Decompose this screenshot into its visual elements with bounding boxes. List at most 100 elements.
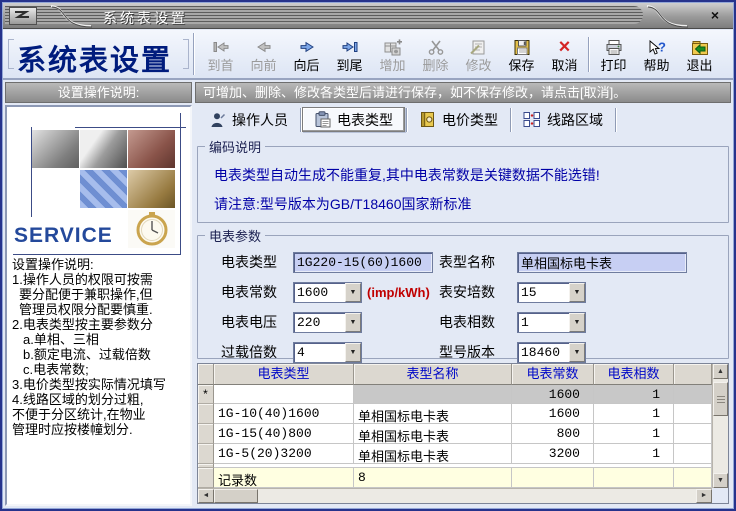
thumb-grip — [716, 395, 725, 403]
toolbar: 到首 向前 向后 到尾 增加 删除 修改 保存 × 取消 打印 ? 帮助 退出 — [199, 31, 731, 78]
toolbar-button-label: 到尾 — [336, 58, 363, 73]
tab-line-area[interactable]: 线路区域 — [512, 107, 614, 132]
go-prev-button[interactable]: 向前 — [242, 31, 285, 78]
chevron-down-icon[interactable]: ▼ — [345, 342, 361, 362]
meter-constant-select[interactable]: 1600 ▼ — [293, 281, 362, 303]
grid-col-header[interactable]: 电表类型 — [214, 364, 354, 385]
line-area-boxes-icon — [523, 112, 540, 127]
instruction-line: b.额定电流、过载倍数 — [23, 347, 151, 362]
toolbar-button-label: 向后 — [293, 58, 320, 73]
overload-select[interactable]: 4 ▼ — [293, 341, 362, 363]
chevron-down-icon[interactable]: ▼ — [345, 312, 361, 332]
save-button[interactable]: 保存 — [500, 31, 543, 78]
grid-col-header[interactable]: 表型名称 — [354, 364, 512, 385]
vertical-scroll-thumb[interactable] — [713, 382, 728, 416]
grid-cell[interactable]: 1 — [594, 444, 674, 464]
meter-clipboard-icon — [315, 111, 331, 128]
grid-cell[interactable]: 1G-15(40)800 — [214, 424, 354, 444]
tab-operators[interactable]: 操作人员 — [198, 107, 299, 132]
titlebar[interactable]: 系统表设置 × — [3, 3, 733, 29]
chevron-down-icon[interactable]: ▼ — [345, 282, 361, 302]
grid-col-header[interactable]: 电表相数 — [594, 364, 674, 385]
tab-label: 线路区域 — [547, 111, 603, 128]
model-version-select[interactable]: 18460 ▼ — [517, 341, 586, 363]
phases-select[interactable]: 1 ▼ — [517, 311, 586, 333]
coding-note-groupbox: 编码说明 电表类型自动生成不能重复,其中电表常数是关键数据不能选错! 请注意:型… — [197, 137, 729, 223]
meter-type-grid: 电表类型 表型名称 电表常数 电表相数 * 1600 1 1G-10(40)16… — [197, 363, 729, 504]
notice-bar: 可增加、删除、修改各类型后请进行保存，如不保存修改，请点击[取消]。 — [195, 82, 731, 103]
model-name-label: 表型名称 — [439, 254, 495, 270]
tab-label: 操作人员 — [232, 111, 288, 128]
go-first-icon — [211, 36, 231, 58]
chevron-down-icon[interactable]: ▼ — [569, 342, 585, 362]
toolbar-button-label: 到首 — [207, 58, 234, 73]
form-row: 电表电压 220 ▼ 电表相数 1 ▼ — [198, 307, 728, 337]
instruction-line: 设置操作说明: — [12, 257, 94, 272]
sidebar-panel: SERVICE 设置操作说明: 1.操作人员的权限可按需 要分配便于兼职操作,但… — [5, 105, 192, 506]
amperage-label: 表安培数 — [439, 284, 495, 300]
groupbox-legend: 编码说明 — [209, 140, 262, 155]
operator-person-icon — [211, 112, 226, 127]
overload-label: 过载倍数 — [221, 344, 277, 360]
horizontal-scrollbar[interactable]: ◄ ► — [198, 488, 712, 503]
grid-cell[interactable] — [214, 385, 354, 404]
grid-col-header[interactable]: 电表常数 — [512, 364, 594, 385]
grid-cell[interactable]: 1 — [594, 404, 674, 424]
modify-button[interactable]: 修改 — [457, 31, 500, 78]
go-last-button[interactable]: 到尾 — [328, 31, 371, 78]
chevron-down-icon[interactable]: ▼ — [569, 282, 585, 302]
delete-button[interactable]: 删除 — [414, 31, 457, 78]
grid-cell[interactable]: 1 — [594, 424, 674, 444]
amperage-select[interactable]: 15 ▼ — [517, 281, 586, 303]
grid-cell[interactable]: 1 — [594, 385, 674, 404]
grid-cell[interactable]: 800 — [512, 424, 594, 444]
grid-cell[interactable]: 单相国标电卡表 — [354, 444, 512, 464]
table-row[interactable]: * 1600 1 — [198, 385, 712, 404]
grid-marker-header — [198, 364, 214, 385]
grid-col-header — [674, 364, 712, 385]
exit-button[interactable]: 退出 — [678, 31, 721, 78]
cancel-button[interactable]: × 取消 — [543, 31, 586, 78]
grid-cell[interactable]: 1600 — [512, 385, 594, 404]
content-area: 可增加、删除、修改各类型后请进行保存，如不保存修改，请点击[取消]。 操作人员 … — [195, 82, 731, 506]
close-button[interactable]: × — [706, 7, 724, 24]
toolbar-button-label: 退出 — [686, 58, 713, 73]
grid-cell[interactable] — [354, 385, 512, 404]
app-logo-icon[interactable] — [9, 7, 37, 25]
scroll-left-icon[interactable]: ◄ — [198, 489, 214, 503]
grid-body: 电表类型 表型名称 电表常数 电表相数 * 1600 1 1G-10(40)16… — [198, 364, 712, 488]
tab-meter-type[interactable]: 电表类型 — [302, 107, 405, 132]
print-button[interactable]: 打印 — [592, 31, 635, 78]
tab-price-type[interactable]: 电价类型 — [408, 107, 509, 132]
grid-cell[interactable]: 单相国标电卡表 — [354, 404, 512, 424]
form-row: 电表常数 1600 ▼ (imp/kWh) 表安培数 15 ▼ — [198, 277, 728, 307]
instruction-line: 要分配便于兼职操作,但 — [19, 287, 153, 302]
scroll-up-icon[interactable]: ▲ — [713, 364, 728, 379]
go-first-button[interactable]: 到首 — [199, 31, 242, 78]
titlebar-stripes — [5, 6, 643, 24]
table-row[interactable]: 1G-10(40)1600 单相国标电卡表 1600 1 — [198, 404, 712, 424]
main-area: 设置操作说明: SERVICE 设置操作说明: 1.操作人员的权限可按需 要分配… — [5, 82, 731, 506]
grid-cell[interactable]: 3200 — [512, 444, 594, 464]
grid-cell[interactable]: 1G-5(20)3200 — [214, 444, 354, 464]
grid-cell[interactable]: 1G-10(40)1600 — [214, 404, 354, 424]
grid-footer-row: 记录数 8 — [198, 468, 712, 488]
table-row[interactable]: 1G-15(40)800 单相国标电卡表 800 1 — [198, 424, 712, 444]
help-button[interactable]: ? 帮助 — [635, 31, 678, 78]
scroll-down-icon[interactable]: ▼ — [713, 473, 728, 488]
scroll-right-icon[interactable]: ► — [696, 489, 712, 503]
add-button[interactable]: 增加 — [371, 31, 414, 78]
chevron-down-icon[interactable]: ▼ — [569, 312, 585, 332]
grid-cell[interactable]: 1600 — [512, 404, 594, 424]
toolbar-button-label: 帮助 — [643, 58, 670, 73]
model-name-field[interactable] — [517, 251, 687, 273]
combo-value: 1600 — [297, 284, 329, 300]
go-next-button[interactable]: 向后 — [285, 31, 328, 78]
table-row[interactable]: 1G-5(20)3200 单相国标电卡表 3200 1 — [198, 444, 712, 464]
grid-cell[interactable]: 单相国标电卡表 — [354, 424, 512, 444]
vertical-scrollbar[interactable]: ▲ ▼ — [712, 364, 728, 488]
go-next-icon — [297, 36, 317, 58]
meter-type-field[interactable] — [293, 251, 433, 273]
horizontal-scroll-thumb[interactable] — [214, 489, 258, 503]
voltage-select[interactable]: 220 ▼ — [293, 311, 362, 333]
